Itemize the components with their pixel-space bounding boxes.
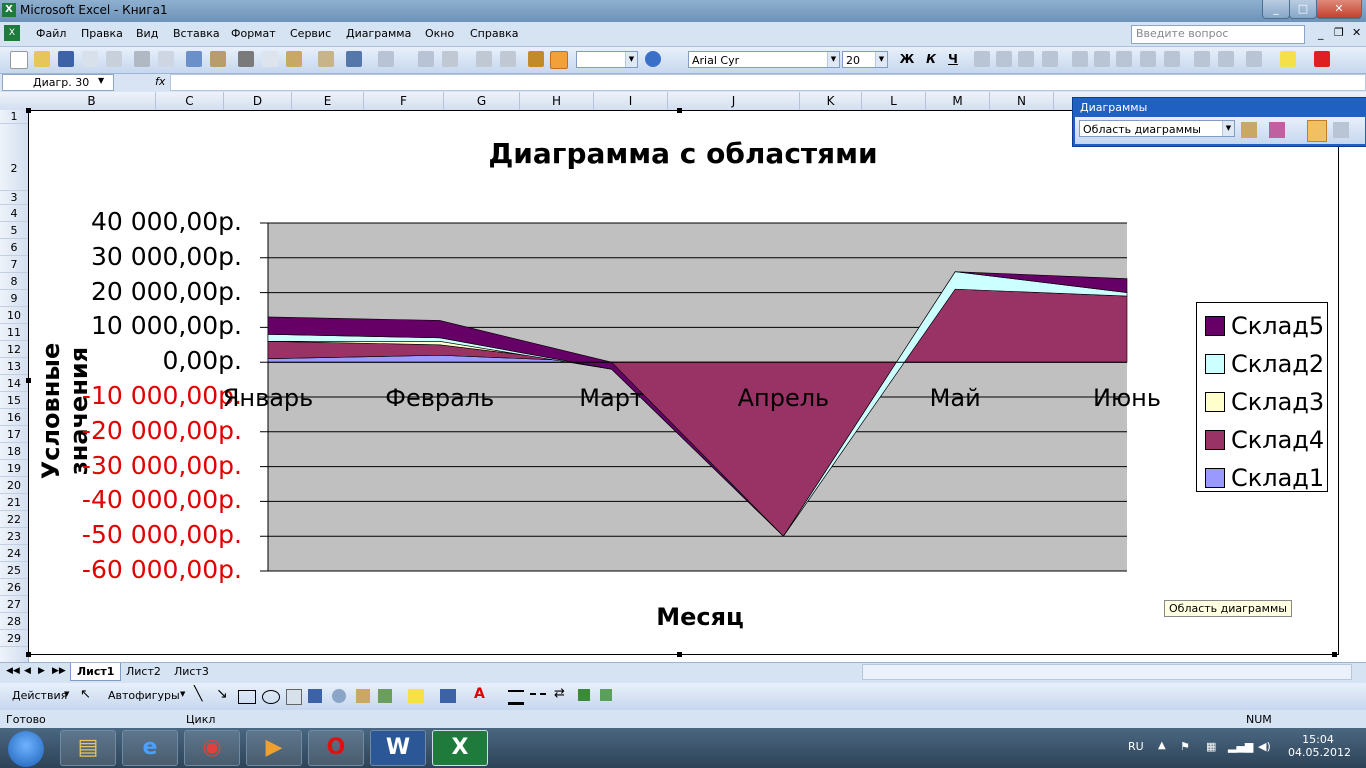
first-sheet-icon[interactable]: ◀◀	[6, 666, 20, 676]
signal-icon[interactable]: ▂▄▆	[1228, 740, 1253, 753]
oval-icon[interactable]	[262, 690, 280, 704]
excel-task-icon[interactable]: X	[432, 730, 488, 766]
legend-icon[interactable]	[1307, 120, 1327, 142]
clock-time: 15:04	[1302, 733, 1334, 746]
chart-tooltip: Область диаграммы	[1164, 600, 1292, 617]
clipart-icon[interactable]	[356, 689, 370, 703]
line-style-icon[interactable]	[508, 690, 524, 705]
picture-icon[interactable]	[378, 689, 392, 703]
x-tick-label: Май	[929, 384, 981, 413]
horizontal-scrollbar[interactable]	[862, 664, 1352, 680]
actions-dropdown-icon[interactable]: ▼	[64, 690, 69, 698]
y-tick-label: -20 000,00р.	[81, 415, 242, 445]
y-tick-label: -40 000,00р.	[81, 485, 242, 515]
word-task-icon[interactable]: W	[370, 730, 426, 766]
3d-icon[interactable]	[600, 689, 612, 701]
x-tick-label: Февраль	[385, 384, 495, 413]
x-tick-label: Июнь	[1093, 384, 1161, 413]
chart-element-combo[interactable]: Область диаграммы ▼	[1079, 120, 1235, 137]
legend-item[interactable]: Склад4	[1205, 425, 1324, 455]
y-tick-label: 20 000,00р.	[90, 276, 242, 306]
y-tick-label: -10 000,00р.	[81, 381, 242, 410]
format-chart-area-icon[interactable]	[1241, 122, 1257, 138]
legend-swatch	[1205, 392, 1225, 412]
y-tick-label: 30 000,00р.	[90, 241, 242, 271]
status-bar: Готово Цикл NUM	[0, 710, 1366, 728]
drawing-toolbar	[0, 683, 1366, 711]
y-tick-label: -50 000,00р.	[81, 520, 242, 550]
x-tick-label: Март	[579, 384, 644, 413]
sheet-tab-2[interactable]: Лист2	[120, 663, 167, 680]
diagram-icon[interactable]	[332, 689, 346, 703]
autoshapes-menu[interactable]: Автофигуры	[108, 689, 180, 702]
explorer-task-icon[interactable]: ▤	[60, 730, 116, 766]
shadow-icon[interactable]	[578, 689, 590, 701]
y-tick-label: -60 000,00р.	[81, 555, 242, 584]
legend-item[interactable]: Склад3	[1205, 387, 1324, 417]
legend-label: Склад1	[1231, 464, 1325, 492]
rectangle-icon[interactable]	[238, 690, 256, 704]
line-color-icon[interactable]	[440, 689, 456, 703]
last-sheet-icon[interactable]: ▶▶	[52, 666, 66, 676]
legend-swatch	[1205, 354, 1225, 374]
y-tick-label: -30 000,00р.	[81, 450, 242, 480]
next-sheet-icon[interactable]: ▶	[38, 666, 45, 676]
autoshapes-dropdown-icon[interactable]: ▼	[180, 690, 185, 698]
volume-icon[interactable]: ◀)	[1258, 740, 1271, 753]
ie-task-icon[interactable]: e	[122, 730, 178, 766]
chart-toolbar-title: Диаграммы	[1080, 101, 1148, 114]
legend-item[interactable]: Склад5	[1205, 311, 1324, 341]
chart-type-icon[interactable]	[1269, 122, 1285, 138]
tray-arrow-icon[interactable]: ▲	[1158, 740, 1166, 751]
clock[interactable]: 15:04 04.05.2012	[1288, 733, 1351, 759]
chart-toolbar-body: Область диаграммы ▼	[1075, 117, 1365, 144]
chart-legend[interactable]: Склад5 Склад2 Склад3 Склад4 Склад1	[1196, 302, 1328, 492]
legend-swatch	[1205, 468, 1225, 488]
actions-menu[interactable]: Действия	[12, 689, 67, 702]
y-tick-label: 40 000,00р.	[90, 207, 242, 236]
x-axis-title[interactable]: Месяц	[600, 603, 800, 631]
media-task-icon[interactable]: ▶	[246, 730, 302, 766]
y-tick-label: 10 000,00р.	[90, 311, 242, 341]
sheet-tab-1[interactable]: Лист1	[70, 663, 122, 681]
status-ready: Готово	[6, 713, 46, 726]
legend-label: Склад3	[1231, 388, 1325, 416]
status-mode: Цикл	[186, 713, 216, 726]
status-num: NUM	[1246, 713, 1272, 726]
dash-style-icon[interactable]	[530, 693, 546, 695]
legend-swatch	[1205, 430, 1225, 450]
x-tick-label: Январь	[222, 384, 314, 413]
prev-sheet-icon[interactable]: ◀	[24, 666, 31, 676]
network-icon[interactable]: ▦	[1206, 740, 1216, 753]
legend-label: Склад5	[1231, 312, 1325, 340]
legend-label: Склад4	[1231, 426, 1325, 454]
start-button[interactable]	[8, 731, 44, 767]
data-table-icon[interactable]	[1333, 122, 1349, 138]
legend-swatch	[1205, 316, 1225, 336]
x-tick-label: Апрель	[737, 384, 830, 413]
arrow-icon[interactable]: ↘	[216, 686, 228, 702]
wordart-icon[interactable]	[308, 689, 322, 703]
language-indicator[interactable]: RU	[1128, 740, 1144, 753]
y-tick-label: 0,00р.	[162, 346, 242, 376]
arrow-style-icon[interactable]: ⇄	[554, 686, 565, 701]
font-color-draw-icon[interactable]: A	[474, 686, 485, 702]
line-icon[interactable]: ╲	[194, 686, 202, 702]
sheet-tab-3[interactable]: Лист3	[168, 663, 215, 680]
chart-toolbar[interactable]: Диаграммы Область диаграммы ▼	[1072, 97, 1366, 147]
opera-task-icon[interactable]: O	[308, 730, 364, 766]
select-objects-icon[interactable]: ↖	[80, 687, 91, 702]
textbox-icon[interactable]	[286, 689, 302, 705]
fill-bucket-icon[interactable]	[408, 689, 424, 703]
clock-date: 04.05.2012	[1288, 746, 1351, 759]
legend-item[interactable]: Склад1	[1205, 463, 1324, 493]
legend-label: Склад2	[1231, 350, 1325, 378]
flag-icon[interactable]: ⚑	[1180, 740, 1190, 753]
chart-element-value: Область диаграммы	[1083, 123, 1201, 136]
chrome-task-icon[interactable]: ◉	[184, 730, 240, 766]
legend-item[interactable]: Склад2	[1205, 349, 1324, 379]
